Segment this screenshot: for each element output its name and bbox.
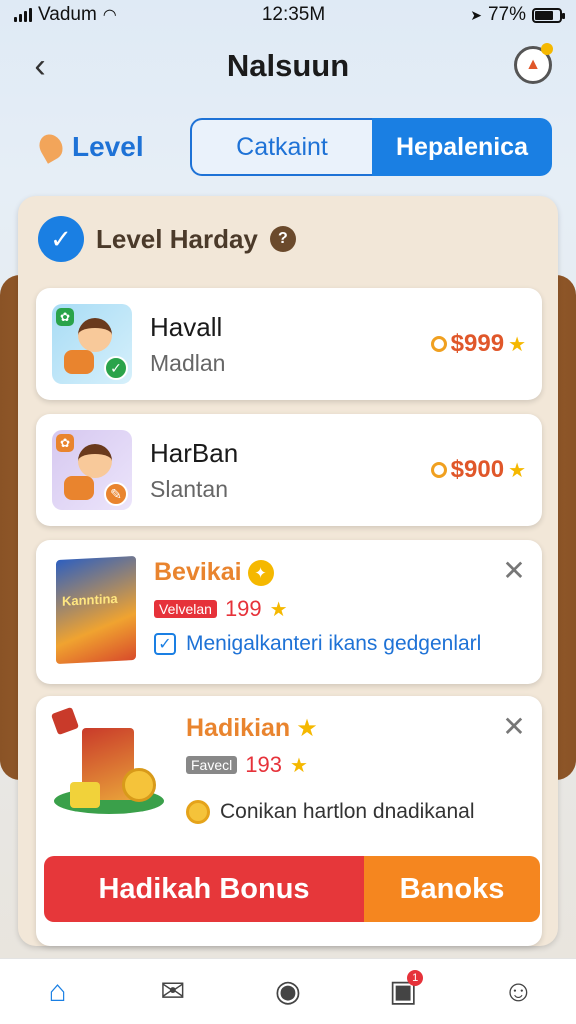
battery-percent: 77%	[487, 4, 526, 25]
signal-icon	[14, 8, 32, 22]
notification-dot	[541, 43, 553, 55]
price-label: $999	[450, 330, 505, 357]
page-title: Nalsuun	[226, 48, 350, 83]
battery-icon	[532, 7, 565, 23]
item-subtitle: Madlan	[150, 350, 226, 376]
profile-icon[interactable]: ☺	[498, 972, 538, 1012]
item-thumbnail: ✿ ✓	[52, 304, 132, 384]
home-icon[interactable]: ⌂	[38, 972, 78, 1012]
notes-icon[interactable]: ▣ 1	[383, 969, 424, 1012]
box-label: Kanntina	[62, 590, 118, 609]
banoks-button[interactable]: Banoks	[364, 856, 540, 922]
item-title: HarBan	[150, 438, 239, 468]
item-price: $900 ★	[430, 456, 526, 484]
action-buttons: Hadikah Bonus Banoks	[44, 856, 540, 922]
checkbox-label: Menigalkanteri ikans gedgenlarl	[186, 632, 482, 655]
promo-title-text: Hadikian	[186, 714, 291, 742]
bonus-button[interactable]: Hadikah Bonus	[44, 856, 364, 922]
checkbox[interactable]: ✓	[154, 633, 176, 655]
promo-meta: Favecl 193 ★	[186, 752, 308, 778]
pin-icon	[430, 336, 447, 352]
star-icon: ★	[508, 459, 526, 482]
status-bar: Vadum ◠ 12:35M ➤ 77%	[0, 0, 576, 30]
pin-icon	[430, 462, 447, 478]
product-box-image: Kanntina	[56, 555, 136, 665]
wifi-icon: ◠	[102, 7, 117, 24]
close-button[interactable]: ✕	[500, 554, 528, 586]
info-label: Conikan hartlon dnadikanal	[220, 800, 475, 823]
carrier-label: Vadum	[38, 4, 97, 25]
item-title: Havall	[150, 312, 223, 342]
leaf-icon	[34, 130, 68, 164]
help-icon[interactable]: ?	[269, 226, 296, 252]
promo-count: 193	[245, 752, 282, 777]
promo-card[interactable]: Kanntina Bevikai ✦ ✕ Velvelan 199 ★ ✓ Me…	[36, 540, 542, 684]
mail-icon[interactable]: ✉	[153, 972, 193, 1012]
close-icon: ✕	[502, 554, 526, 586]
tab-hepalenica[interactable]: Hepalenica	[372, 118, 552, 176]
tab-level-label: Level	[72, 131, 144, 162]
clock: 12:35M	[261, 4, 326, 25]
coin-icon	[186, 800, 210, 824]
price-label: $900	[450, 456, 505, 483]
bottom-tab-bar: ⌂ ✉ ◉ ▣ 1 ☺	[0, 958, 576, 1024]
character-face	[78, 318, 112, 352]
item-price: $999 ★	[430, 330, 526, 358]
gift-bundle-image	[50, 706, 174, 838]
tab-bar: Level Catkaint Hepalenica	[34, 118, 552, 176]
item-subtitle: Slantan	[150, 476, 229, 502]
promo-title-text: Bevikai	[154, 558, 242, 586]
corner-badge-icon: ✿	[56, 308, 74, 326]
profile-button[interactable]: ▲	[514, 43, 553, 84]
promo-title: Bevikai ✦	[154, 558, 274, 587]
location-icon: ➤	[470, 6, 482, 23]
item-thumbnail: ✿ ✎	[52, 430, 132, 510]
promo-tag: Velvelan	[154, 600, 217, 618]
check-badge-icon: ✓	[104, 356, 128, 380]
promo-title: Hadikian ★	[186, 714, 318, 743]
tab-catkaint[interactable]: Catkaint	[190, 118, 372, 176]
check-icon: ✓	[38, 216, 84, 262]
character-face	[78, 444, 112, 478]
close-button[interactable]: ✕	[500, 710, 528, 742]
character-body	[64, 350, 94, 374]
notification-badge: 1	[407, 969, 424, 986]
close-icon: ✕	[502, 710, 526, 742]
panel-title: Level Harday	[96, 223, 258, 254]
star-icon: ★	[289, 754, 308, 777]
item-card[interactable]: ✿ ✓ Havall Madlan $999 ★	[36, 288, 542, 400]
tab-level[interactable]: Level	[34, 130, 190, 164]
edit-badge-icon: ✎	[104, 482, 128, 506]
promo-tag: Favecl	[186, 756, 238, 774]
profile-icon: ▲	[525, 56, 541, 73]
star-icon: ★	[269, 598, 288, 621]
star-icon: ★	[296, 715, 318, 742]
promo-info-row: Conikan hartlon dnadikanal	[186, 800, 475, 824]
user-circle-icon[interactable]: ◉	[268, 972, 308, 1012]
promo-count: 199	[224, 596, 262, 621]
star-badge-icon: ✦	[247, 559, 274, 586]
nav-bar: ‹ Nalsuun ▲	[0, 36, 576, 98]
star-icon: ★	[508, 333, 526, 356]
item-card[interactable]: ✿ ✎ HarBan Slantan $900 ★	[36, 414, 542, 526]
panel-header: ✓ Level Harday ?	[38, 216, 296, 262]
promo-meta: Velvelan 199 ★	[154, 596, 288, 622]
promo-checkbox-row[interactable]: ✓ Menigalkanteri ikans gedgenlarl	[154, 632, 481, 656]
character-body	[64, 476, 94, 500]
corner-badge-icon: ✿	[56, 434, 74, 452]
